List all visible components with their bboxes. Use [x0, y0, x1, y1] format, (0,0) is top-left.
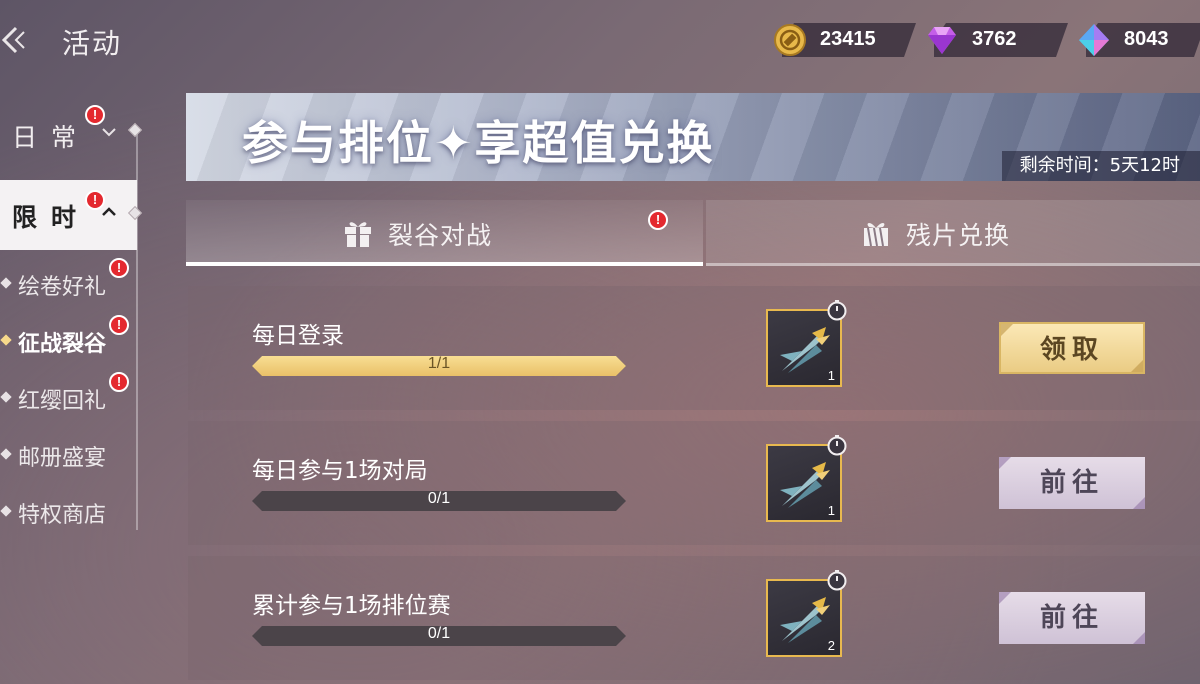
nav-item-label: 特权商店	[18, 503, 107, 528]
chevron-up-icon	[102, 207, 116, 216]
progress-text: 0/1	[427, 625, 451, 642]
bullet-icon	[0, 334, 12, 346]
reward-item[interactable]: 1	[766, 435, 847, 522]
nav-item-label: 红缨回礼	[18, 389, 107, 414]
timer-icon	[827, 435, 847, 456]
nav-item-red-tassel[interactable]: 红缨回礼 !	[0, 372, 136, 418]
button-label: 前往	[1039, 468, 1104, 498]
timer-icon	[827, 300, 847, 321]
task-name: 每日参与1场对局	[252, 458, 428, 484]
back-button[interactable]	[0, 20, 28, 60]
task-name: 累计参与1场排位赛	[252, 593, 451, 619]
nav-item-privilege-shop[interactable]: 特权商店	[0, 492, 136, 532]
crystal-amount: 8043	[1124, 28, 1169, 50]
bullet-icon	[0, 448, 12, 460]
nav-item-label: 征战裂谷	[18, 332, 107, 357]
bullet-icon	[0, 505, 12, 517]
alert-badge: !	[648, 210, 668, 230]
timer-icon	[827, 570, 847, 591]
currency-diamond[interactable]: 3762	[924, 23, 1068, 57]
chevron-down-icon	[102, 128, 116, 137]
alert-badge: !	[109, 258, 129, 278]
blue-crystal-icon	[1079, 24, 1109, 56]
chevron-left-icon	[1, 26, 25, 54]
alert-badge: !	[85, 190, 105, 210]
go-button[interactable]: 前往	[999, 592, 1145, 644]
gift-icon	[345, 222, 371, 247]
task-row: 每日登录 1/1 1 领取	[188, 286, 1200, 410]
progress-text: 0/1	[427, 490, 451, 507]
claim-button[interactable]: 领取	[999, 322, 1145, 374]
nav-category-label: 日常	[12, 123, 91, 152]
reward-count: 1	[827, 368, 835, 383]
nav-item-label: 绘卷好礼	[18, 275, 107, 300]
nav-category-label: 限时	[12, 203, 91, 232]
nav-category-limited[interactable]: 限时 !	[0, 180, 137, 250]
task-row: 累计参与1场排位赛 0/1 2 前往	[188, 556, 1200, 680]
alert-badge: !	[85, 105, 105, 125]
bullet-icon	[0, 277, 12, 289]
tab-label: 裂谷对战	[388, 221, 493, 250]
bullet-icon	[0, 391, 12, 403]
reward-item[interactable]: 2	[766, 570, 847, 657]
progress-bar: 0/1	[252, 625, 626, 646]
event-banner: 参与排位✦享超值兑换 剩余时间：5天12时	[186, 93, 1200, 181]
currency-gold[interactable]: 23415	[772, 23, 916, 57]
currency-crystal[interactable]: 8043	[1076, 23, 1200, 57]
reward-count: 1	[827, 503, 835, 518]
reward-count: 2	[827, 638, 835, 653]
nav-item-album-feast[interactable]: 邮册盛宴	[0, 435, 136, 475]
task-name: 每日登录	[252, 323, 344, 349]
box-icon	[864, 222, 888, 247]
gold-amount: 23415	[820, 28, 876, 50]
pink-diamond-icon	[928, 27, 956, 54]
task-row: 每日参与1场对局 0/1 1 前往	[188, 421, 1200, 545]
alert-badge: !	[109, 315, 129, 335]
tab-rift-battle[interactable]: 裂谷对战 !	[186, 200, 703, 266]
progress-bar: 1/1	[252, 355, 626, 376]
nav-item-scroll-gift[interactable]: 绘卷好礼 !	[0, 258, 136, 304]
diamond-amount: 3762	[972, 28, 1017, 50]
button-label: 领取	[1039, 335, 1104, 365]
tab-label: 残片兑换	[906, 221, 1011, 250]
tab-fragment-exchange[interactable]: 残片兑换	[706, 200, 1200, 266]
banner-title: 参与排位✦享超值兑换	[242, 116, 715, 170]
reward-item[interactable]: 1	[766, 300, 847, 387]
progress-text: 1/1	[427, 355, 451, 372]
page-title: 活动	[62, 27, 123, 60]
progress-bar: 0/1	[252, 490, 626, 511]
time-remaining: 剩余时间：5天12时	[1001, 151, 1200, 181]
go-button[interactable]: 前往	[999, 457, 1145, 509]
nav-item-rift-battle[interactable]: 征战裂谷 !	[0, 315, 136, 361]
alert-badge: !	[109, 372, 129, 392]
nav-category-daily[interactable]: 日常 !	[0, 100, 137, 170]
gold-coin-icon	[774, 24, 806, 56]
nav-item-label: 邮册盛宴	[18, 446, 107, 471]
button-label: 前往	[1039, 603, 1104, 633]
